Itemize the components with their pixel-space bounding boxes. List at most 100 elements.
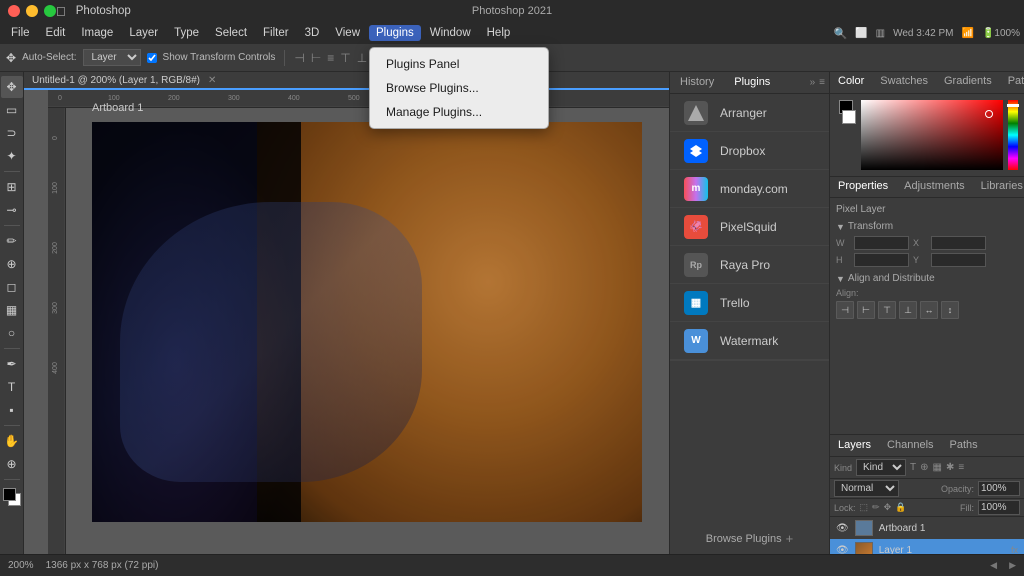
layer-icon-3[interactable]: ▦ — [933, 462, 942, 473]
menu-type[interactable]: Type — [167, 25, 206, 41]
plugin-arranger[interactable]: Arranger — [670, 94, 829, 132]
menu-3d[interactable]: 3D — [298, 25, 327, 41]
layer-icon-2[interactable]: ⊕ — [920, 462, 928, 473]
eraser-tool[interactable]: ◻ — [1, 276, 23, 298]
close-doc-icon[interactable]: ✕ — [208, 75, 216, 86]
tab-paths[interactable]: Paths — [942, 435, 986, 456]
auto-select-dropdown[interactable]: Layer Group — [83, 49, 141, 66]
menu-view[interactable]: View — [328, 25, 367, 41]
lock-pixels-icon[interactable]: ✏ — [872, 502, 880, 513]
align-vcenter-icon[interactable]: ⊥ — [357, 51, 367, 65]
dropdown-plugins-panel[interactable]: Plugins Panel — [370, 52, 548, 76]
gradient-tool[interactable]: ▦ — [1, 299, 23, 321]
maximize-button[interactable] — [44, 5, 56, 17]
align-left-icon[interactable]: ⊣ — [294, 51, 304, 65]
nav-arrow-right[interactable]: ▶ — [1009, 560, 1016, 571]
dodge-tool[interactable]: ○ — [1, 322, 23, 344]
tab-properties[interactable]: Properties — [830, 177, 896, 197]
panel-expand-icon[interactable]: » — [810, 77, 816, 88]
plugin-monday[interactable]: m monday.com — [670, 170, 829, 208]
menu-layer[interactable]: Layer — [122, 25, 165, 41]
menu-filter[interactable]: Filter — [256, 25, 296, 41]
tab-layers[interactable]: Layers — [830, 435, 879, 456]
align-left-edge-button[interactable]: ⊣ — [836, 301, 854, 319]
transform-controls-checkbox[interactable] — [147, 53, 157, 63]
dropdown-manage-plugins[interactable]: Manage Plugins... — [370, 100, 548, 124]
tab-color[interactable]: Color — [830, 72, 872, 93]
hand-tool[interactable]: ✋ — [1, 430, 23, 452]
bg-swatch[interactable] — [842, 110, 856, 124]
eye-icon-layer1[interactable]: 👁 — [836, 545, 849, 555]
nav-arrow-left[interactable]: ◀ — [990, 560, 997, 571]
align-right-icon[interactable]: ≡ — [327, 51, 334, 65]
menu-help[interactable]: Help — [480, 25, 518, 41]
plugin-pixelsquid[interactable]: 🦑 PixelSquid — [670, 208, 829, 246]
tab-patterns[interactable]: Patterns — [1000, 72, 1024, 93]
layer-fx-label[interactable]: fx — [1011, 545, 1018, 554]
blend-mode-select[interactable]: Normal — [834, 480, 899, 497]
layer-item-artboard1[interactable]: 👁 Artboard 1 — [830, 517, 1024, 539]
eyedropper-tool[interactable]: ⊸ — [1, 199, 23, 221]
workspace-icon[interactable]: ⬜ — [855, 28, 867, 39]
align-hcenter-button[interactable]: ⊢ — [857, 301, 875, 319]
color-picker-gradient[interactable] — [861, 100, 1003, 170]
tab-history[interactable]: History — [670, 72, 724, 93]
tab-libraries[interactable]: Libraries — [973, 177, 1024, 197]
foreground-background-colors[interactable] — [3, 488, 21, 506]
layer-kind-filter[interactable]: Kind — [856, 459, 906, 476]
close-button[interactable] — [8, 5, 20, 17]
align-top-icon[interactable]: ⊤ — [340, 51, 350, 65]
dropdown-browse-plugins[interactable]: Browse Plugins... — [370, 76, 548, 100]
menu-file[interactable]: File — [4, 25, 37, 41]
align-vcenter-button[interactable]: ↔ — [920, 301, 938, 319]
lasso-tool[interactable]: ⊃ — [1, 122, 23, 144]
document-tab[interactable]: Untitled-1 @ 200% (Layer 1, RGB/8#) ✕ — [24, 72, 669, 90]
align-bottom-edge-button[interactable]: ↕ — [941, 301, 959, 319]
align-center-icon[interactable]: ⊢ — [311, 51, 321, 65]
magic-wand-tool[interactable]: ✦ — [1, 145, 23, 167]
x-input[interactable] — [931, 236, 986, 250]
plugin-watermark[interactable]: W Watermark — [670, 322, 829, 360]
eye-icon-artboard[interactable]: 👁 — [836, 523, 849, 534]
menu-select[interactable]: Select — [208, 25, 254, 41]
shape-tool[interactable]: ▪ — [1, 399, 23, 421]
tab-plugins[interactable]: Plugins — [724, 72, 780, 93]
search-icon[interactable]: 🔍 — [834, 27, 848, 40]
hue-slider[interactable] — [1008, 100, 1018, 170]
arrange-icon[interactable]: ▥ — [876, 28, 885, 39]
width-input[interactable] — [854, 236, 909, 250]
pen-tool[interactable]: ✒ — [1, 353, 23, 375]
layer-icon-1[interactable]: T — [910, 462, 916, 473]
marquee-tool[interactable]: ▭ — [1, 99, 23, 121]
layer-icon-4[interactable]: ✱ — [946, 462, 954, 473]
crop-tool[interactable]: ⊞ — [1, 176, 23, 198]
opacity-input[interactable] — [978, 481, 1020, 496]
layer-icon-5[interactable]: ≡ — [958, 462, 964, 473]
collapse-icon[interactable]: ▼ — [836, 222, 845, 232]
foreground-color-swatch[interactable] — [3, 488, 16, 501]
plugin-dropbox[interactable]: Dropbox — [670, 132, 829, 170]
height-input[interactable] — [854, 253, 909, 267]
align-right-edge-button[interactable]: ⊤ — [878, 301, 896, 319]
lock-all-icon[interactable]: 🔒 — [895, 502, 906, 513]
fill-input[interactable] — [978, 500, 1020, 515]
move-tool[interactable]: ✥ — [1, 76, 23, 98]
lock-transparent-icon[interactable]: ⬚ — [860, 502, 869, 513]
plugin-trello[interactable]: ▦ Trello — [670, 284, 829, 322]
browse-plugins-button[interactable]: Browse Plugins + — [706, 531, 793, 546]
lock-move-icon[interactable]: ✥ — [884, 502, 892, 513]
menu-plugins[interactable]: Plugins Plugins Panel Browse Plugins... … — [369, 25, 421, 41]
tab-channels[interactable]: Channels — [879, 435, 941, 456]
text-tool[interactable]: T — [1, 376, 23, 398]
menu-window[interactable]: Window — [423, 25, 478, 41]
tab-gradients[interactable]: Gradients — [936, 72, 1000, 93]
clone-tool[interactable]: ⊕ — [1, 253, 23, 275]
y-input[interactable] — [931, 253, 986, 267]
menu-image[interactable]: Image — [74, 25, 120, 41]
minimize-button[interactable] — [26, 5, 38, 17]
align-top-edge-button[interactable]: ⊥ — [899, 301, 917, 319]
zoom-tool[interactable]: ⊕ — [1, 453, 23, 475]
layer-item-layer1[interactable]: 👁 Layer 1 fx — [830, 539, 1024, 554]
tab-swatches[interactable]: Swatches — [872, 72, 936, 93]
brush-tool[interactable]: ✏ — [1, 230, 23, 252]
